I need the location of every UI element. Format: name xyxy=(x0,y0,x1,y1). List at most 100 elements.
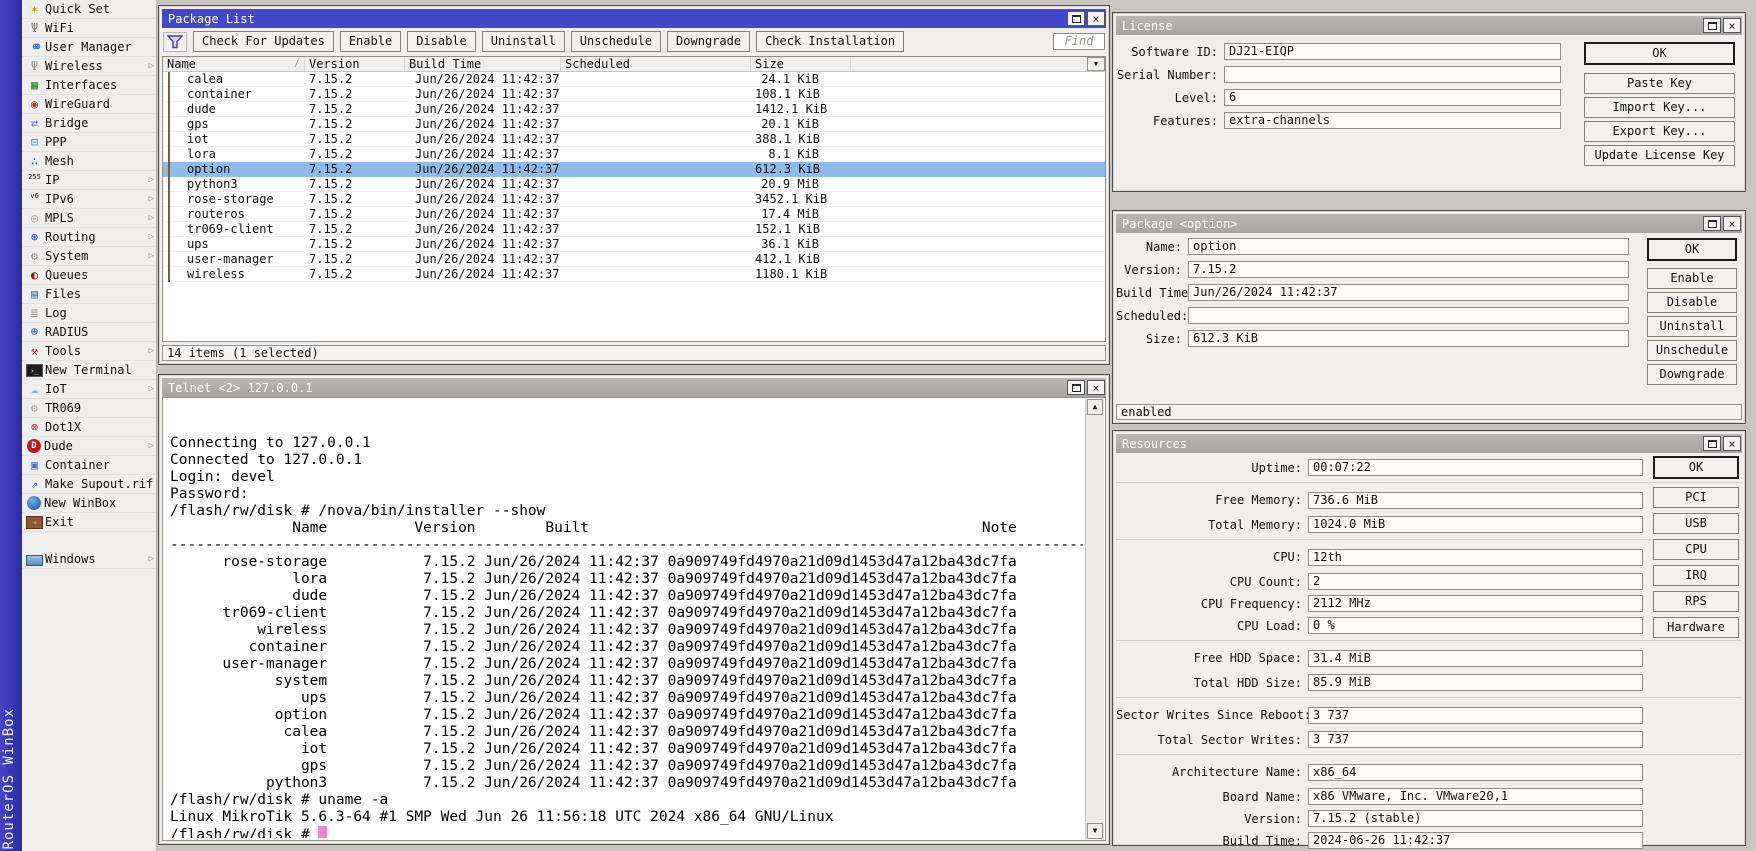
table-row[interactable]: dude 7.15.2 Jun/26/2024 11:42:37 1412.1 … xyxy=(163,102,1105,117)
field-input[interactable]: 00:07:22 xyxy=(1308,459,1643,476)
sidebar-item-wireguard[interactable]: ◉ WireGuard ▷ xyxy=(22,95,156,114)
toolbar-button[interactable]: Disable xyxy=(407,31,476,52)
action-button[interactable]: Export Key... xyxy=(1584,121,1735,142)
table-row[interactable]: routeros 7.15.2 Jun/26/2024 11:42:37 17.… xyxy=(163,207,1105,222)
field-input[interactable]: 7.15.2 (stable) xyxy=(1308,810,1643,827)
sidebar-item-user-manager[interactable]: ☻☻ User Manager ▷ xyxy=(22,38,156,57)
column-header-size[interactable]: Size xyxy=(751,57,851,71)
sidebar-item-iot[interactable]: ☁ IoT ▷ xyxy=(22,380,156,399)
sidebar-item-ppp[interactable]: ⊟ PPP ▷ xyxy=(22,133,156,152)
action-button[interactable]: OK xyxy=(1584,42,1735,65)
scroll-up-button[interactable]: ▲ xyxy=(1087,399,1103,415)
action-button[interactable]: PCI xyxy=(1653,487,1739,508)
sidebar-item-wireless[interactable]: Ψ Wireless ▷ xyxy=(22,57,156,76)
sidebar-item-mpls[interactable]: ◎ MPLS ▷ xyxy=(22,209,156,228)
field-input[interactable]: 6 xyxy=(1224,89,1561,106)
field-input[interactable]: extra-channels xyxy=(1224,112,1561,129)
maximize-button[interactable] xyxy=(1703,436,1721,451)
sidebar-item-queues[interactable]: ◐ Queues ▷ xyxy=(22,266,156,285)
field-input[interactable]: 2024-06-26 11:42:37 xyxy=(1308,832,1643,849)
action-button[interactable]: OK xyxy=(1653,456,1739,479)
table-row[interactable]: container 7.15.2 Jun/26/2024 11:42:37 10… xyxy=(163,87,1105,102)
table-row[interactable]: tr069-client 7.15.2 Jun/26/2024 11:42:37… xyxy=(163,222,1105,237)
maximize-button[interactable] xyxy=(1703,216,1721,231)
sidebar-item-tr069[interactable]: ⚙ TR069 ▷ xyxy=(22,399,156,418)
close-button[interactable]: × xyxy=(1723,216,1741,231)
table-row[interactable]: wireless 7.15.2 Jun/26/2024 11:42:37 118… xyxy=(163,267,1105,282)
field-input[interactable]: 31.4 MiB xyxy=(1308,650,1643,667)
field-input[interactable]: 736.6 MiB xyxy=(1308,492,1643,509)
field-input[interactable]: 12th xyxy=(1308,549,1643,566)
action-button[interactable]: Downgrade xyxy=(1647,364,1737,385)
action-button[interactable]: RPS xyxy=(1653,591,1739,612)
field-input[interactable] xyxy=(1188,307,1629,324)
action-button[interactable]: OK xyxy=(1647,238,1737,261)
action-button[interactable]: Enable xyxy=(1647,268,1737,289)
sidebar-item-dot1x[interactable]: ⊗ Dot1X ▷ xyxy=(22,418,156,437)
filter-button[interactable] xyxy=(163,32,187,52)
table-row[interactable]: gps 7.15.2 Jun/26/2024 11:42:37 20.1 KiB xyxy=(163,117,1105,132)
toolbar-button[interactable]: Enable xyxy=(340,31,401,52)
column-header-version[interactable]: Version xyxy=(305,57,405,71)
field-input[interactable] xyxy=(1224,66,1561,83)
column-chooser-button[interactable]: ▼ xyxy=(1087,57,1105,71)
action-button[interactable]: Import Key... xyxy=(1584,97,1735,118)
action-button[interactable]: Update License Key xyxy=(1584,145,1735,166)
find-button[interactable]: Find xyxy=(1053,33,1105,50)
field-input[interactable]: x86_64 xyxy=(1308,764,1643,781)
maximize-button[interactable] xyxy=(1067,11,1085,26)
close-button[interactable]: × xyxy=(1723,18,1741,33)
field-input[interactable]: 7.15.2 xyxy=(1188,261,1629,278)
sidebar-item-radius[interactable]: ☻ RADIUS ▷ xyxy=(22,323,156,342)
sidebar-item-files[interactable]: ▤ Files ▷ xyxy=(22,285,156,304)
package-option-titlebar[interactable]: Package <option> × xyxy=(1116,214,1742,233)
sidebar-item-new-winbox[interactable]: New WinBox ▷ xyxy=(22,494,156,513)
sidebar-item-quick-set[interactable]: ✶ Quick Set ▷ xyxy=(22,0,156,19)
field-input[interactable]: option xyxy=(1188,238,1629,255)
sidebar-item-mesh[interactable]: ∴ Mesh ▷ xyxy=(22,152,156,171)
column-header-name[interactable]: Name ∕ xyxy=(163,57,305,71)
close-button[interactable]: × xyxy=(1087,11,1105,26)
sidebar-item-interfaces[interactable]: ▦ Interfaces ▷ xyxy=(22,76,156,95)
close-button[interactable]: × xyxy=(1723,436,1741,451)
action-button[interactable]: Paste Key xyxy=(1584,73,1735,94)
toolbar-button[interactable]: Check For Updates xyxy=(193,31,334,52)
sidebar-item-bridge[interactable]: ⇄ Bridge ▷ xyxy=(22,114,156,133)
maximize-button[interactable] xyxy=(1067,380,1085,395)
field-input[interactable]: 3 737 xyxy=(1308,731,1643,748)
sidebar-item-ipv6[interactable]: v6 IPv6 ▷ xyxy=(22,190,156,209)
sidebar-item-wifi[interactable]: Ψ WiFi ▷ xyxy=(22,19,156,38)
terminal-area[interactable]: Connecting to 127.0.0.1 Connected to 127… xyxy=(162,397,1106,841)
license-titlebar[interactable]: License × xyxy=(1116,16,1742,35)
field-input[interactable]: DJ21-EIQP xyxy=(1224,43,1561,60)
table-row[interactable]: rose-storage 7.15.2 Jun/26/2024 11:42:37… xyxy=(163,192,1105,207)
toolbar-button[interactable]: Uninstall xyxy=(482,31,565,52)
field-input[interactable]: Jun/26/2024 11:42:37 xyxy=(1188,284,1629,301)
field-input[interactable]: 612.3 KiB xyxy=(1188,330,1629,347)
telnet-titlebar[interactable]: Telnet <2> 127.0.0.1 × xyxy=(162,378,1106,397)
sidebar-item-exit[interactable]: ◂ Exit ▷ xyxy=(22,513,156,532)
table-row[interactable]: ups 7.15.2 Jun/26/2024 11:42:37 36.1 KiB xyxy=(163,237,1105,252)
package-list-titlebar[interactable]: Package List × xyxy=(162,9,1106,28)
toolbar-button[interactable]: Downgrade xyxy=(667,31,750,52)
toolbar-button[interactable]: Unschedule xyxy=(571,31,661,52)
sidebar-item-ip[interactable]: 255 IP ▷ xyxy=(22,171,156,190)
action-button[interactable]: CPU xyxy=(1653,539,1739,560)
field-input[interactable]: 2 xyxy=(1308,573,1643,590)
table-row[interactable]: iot 7.15.2 Jun/26/2024 11:42:37 388.1 Ki… xyxy=(163,132,1105,147)
sidebar-item-make-supout[interactable]: ⇗ Make Supout.rif ▷ xyxy=(22,475,156,494)
action-button[interactable]: IRQ xyxy=(1653,565,1739,586)
close-button[interactable]: × xyxy=(1087,380,1105,395)
field-input[interactable]: 2112 MHz xyxy=(1308,595,1643,612)
action-button[interactable]: Unschedule xyxy=(1647,340,1737,361)
resources-titlebar[interactable]: Resources × xyxy=(1116,434,1742,453)
sidebar-item-dude[interactable]: D Dude ▷ xyxy=(22,437,156,456)
field-input[interactable]: 1024.0 MiB xyxy=(1308,516,1643,533)
field-input[interactable]: 85.9 MiB xyxy=(1308,674,1643,691)
field-input[interactable]: 3 737 xyxy=(1308,707,1643,724)
action-button[interactable]: Disable xyxy=(1647,292,1737,313)
action-button[interactable]: USB xyxy=(1653,513,1739,534)
action-button[interactable]: Hardware xyxy=(1653,617,1739,638)
sidebar-item-tools[interactable]: ⚒ Tools ▷ xyxy=(22,342,156,361)
column-header-build-time[interactable]: Build Time xyxy=(405,57,561,71)
